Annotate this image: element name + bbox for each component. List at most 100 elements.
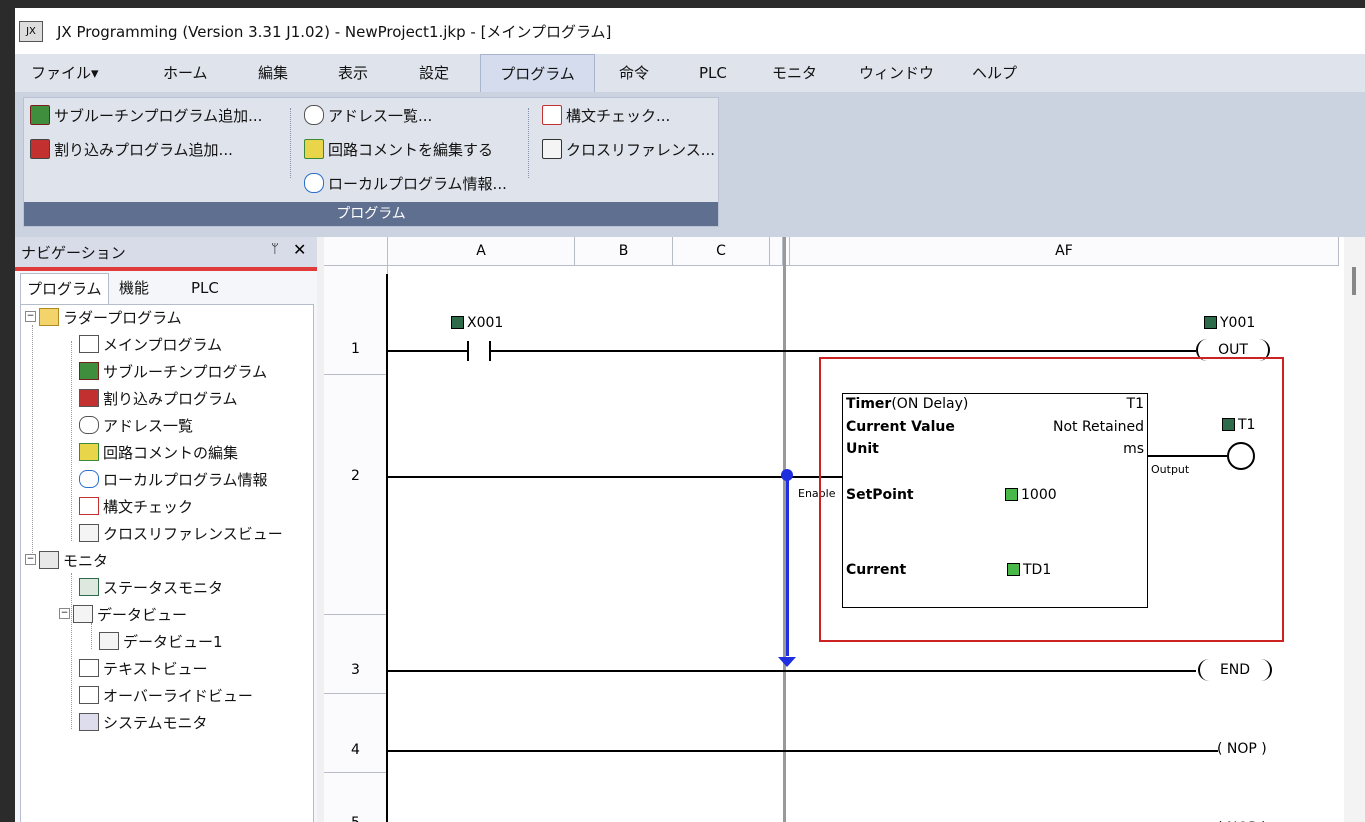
t1-coil-label: T1: [1222, 417, 1255, 433]
interrupt-icon: [30, 138, 50, 159]
add-subroutine-button[interactable]: サブルーチンプログラム追加...: [30, 104, 262, 128]
collapse-icon[interactable]: −: [59, 608, 70, 619]
menu-help[interactable]: ヘルプ: [972, 54, 1017, 92]
contact-x001-label: X001: [451, 315, 503, 331]
current-value[interactable]: TD1: [1007, 562, 1051, 578]
tree-item-override-view[interactable]: オーバーライドビュー: [79, 683, 253, 710]
ribbon-separator: [290, 108, 291, 178]
row-header-4[interactable]: 4: [324, 694, 388, 773]
menu-window[interactable]: ウィンドウ: [859, 54, 934, 92]
setpoint-value[interactable]: 1000: [1005, 487, 1057, 503]
add-interrupt-button[interactable]: 割り込みプログラム追加...: [30, 138, 233, 162]
main-program-icon: [79, 334, 99, 353]
coil-y001-label: Y001: [1204, 315, 1255, 331]
navigation-title: ナビゲーション: [21, 244, 126, 262]
rung-3-wire: [388, 670, 1196, 672]
row-header-3[interactable]: 3: [324, 615, 388, 694]
edit-comment-icon: [79, 442, 99, 461]
column-header-b[interactable]: B: [575, 237, 673, 266]
menu-edit[interactable]: 編集: [258, 54, 288, 92]
tree-item-data-view[interactable]: − データビュー: [59, 602, 187, 629]
tree-item-monitor[interactable]: − モニタ: [25, 548, 108, 575]
tree-item-system-monitor[interactable]: システムモニタ: [79, 710, 208, 737]
folder-icon: [39, 307, 59, 326]
tree-item-text-view[interactable]: テキストビュー: [79, 656, 208, 683]
left-power-rail: [386, 274, 388, 822]
syntax-check-button[interactable]: 構文チェック...: [542, 104, 670, 128]
tree-item-ladder-program[interactable]: − ラダープログラム: [25, 305, 182, 332]
interrupt-icon: [79, 388, 99, 407]
tree-item-address-list[interactable]: アドレス一覧: [79, 413, 193, 440]
navigation-header: ナビゲーション ᛘ ✕: [15, 237, 317, 271]
output-label: Output: [1151, 463, 1190, 476]
current-label: Current: [846, 562, 907, 578]
tree-item-interrupt[interactable]: 割り込みプログラム: [79, 386, 238, 413]
column-header-a[interactable]: A: [388, 237, 575, 266]
tree-guide: [71, 341, 72, 541]
tree-item-cross-reference[interactable]: クロスリファレンスビュー: [79, 521, 283, 548]
menu-program[interactable]: プログラム: [480, 54, 595, 92]
rung-1-wire: [388, 350, 468, 352]
timer-output-wire: [1147, 455, 1227, 457]
collapse-icon[interactable]: −: [25, 554, 36, 565]
timer-block[interactable]: Timer(ON Delay) T1 Current Value Not Ret…: [842, 393, 1148, 608]
window-title: JX Programming (Version 3.31 J1.02) - Ne…: [57, 23, 612, 41]
tree-item-main-program[interactable]: メインプログラム: [79, 332, 222, 359]
tree-item-edit-comment[interactable]: 回路コメントの編集: [79, 440, 238, 467]
menu-plc[interactable]: PLC: [699, 54, 727, 92]
nop-instruction[interactable]: ( NOP ): [1217, 741, 1267, 757]
close-icon[interactable]: ✕: [293, 240, 306, 259]
data-view-icon: [73, 604, 93, 623]
address-list-icon: [79, 415, 99, 434]
rung-4-wire: [388, 750, 1218, 752]
menu-view[interactable]: 表示: [338, 54, 368, 92]
tree-item-syntax-check[interactable]: 構文チェック: [79, 494, 193, 521]
timer-id: T1: [1126, 396, 1144, 412]
column-header-gap: [770, 237, 783, 266]
data-register-icon: [1007, 562, 1020, 576]
tree-guide: [71, 573, 72, 729]
cross-reference-button[interactable]: クロスリファレンス...: [542, 138, 715, 162]
edit-comment-button[interactable]: 回路コメントを編集する: [304, 138, 493, 162]
pin-icon[interactable]: ᛘ: [271, 242, 279, 257]
address-list-icon: [304, 104, 324, 125]
row-header-5[interactable]: 5: [324, 773, 388, 822]
contact-x001-left[interactable]: [467, 341, 469, 361]
end-coil[interactable]: END: [1198, 659, 1272, 681]
local-program-info-button[interactable]: ローカルプログラム情報...: [304, 172, 507, 196]
unit-label: Unit: [846, 441, 879, 457]
row-header-1[interactable]: 1: [324, 266, 388, 375]
tab-function[interactable]: 機能: [113, 273, 155, 303]
info-icon: [79, 469, 99, 488]
title-bar: JX JX Programming (Version 3.31 J1.02) -…: [15, 8, 1365, 54]
ribbon-group-label: プログラム: [24, 202, 718, 226]
device-icon: [451, 315, 464, 329]
tree-item-subroutine[interactable]: サブルーチンプログラム: [79, 359, 267, 386]
vertical-scrollbar[interactable]: [1344, 237, 1365, 822]
tab-plc[interactable]: PLC: [185, 273, 225, 303]
scrollbar-thumb[interactable]: [1352, 267, 1356, 295]
menu-home[interactable]: ホーム: [163, 54, 208, 92]
column-header-af[interactable]: AF: [790, 237, 1339, 266]
device-icon: [1222, 417, 1235, 431]
address-list-button[interactable]: アドレス一覧...: [304, 104, 432, 128]
tree-item-status-monitor[interactable]: ステータスモニタ: [79, 575, 223, 602]
t1-coil[interactable]: [1227, 442, 1255, 470]
subroutine-icon: [30, 104, 50, 125]
collapse-icon[interactable]: −: [25, 311, 36, 322]
menu-file[interactable]: ファイル▾: [31, 54, 99, 92]
menu-settings[interactable]: 設定: [419, 54, 449, 92]
tab-program[interactable]: プログラム: [20, 273, 109, 304]
edit-comment-icon: [304, 138, 324, 159]
menu-monitor[interactable]: モニタ: [772, 54, 817, 92]
menu-instruction[interactable]: 命令: [619, 54, 649, 92]
row-header-2[interactable]: 2: [324, 375, 388, 615]
app-icon: JX: [19, 21, 43, 42]
ribbon-separator: [528, 108, 529, 178]
tree-item-local-info[interactable]: ローカルプログラム情報: [79, 467, 268, 494]
column-header-c[interactable]: C: [673, 237, 770, 266]
ladder-editor[interactable]: A B C AF 1 2 3 4 5 X001 Y001 OUT Enable: [324, 237, 1365, 822]
program-tree: − ラダープログラム メインプログラム サブルーチンプログラム 割り込みプログラム…: [20, 304, 314, 822]
ribbon: サブルーチンプログラム追加... 割り込みプログラム追加... アドレス一覧..…: [15, 92, 1365, 237]
tree-item-data-view-1[interactable]: データビュー1: [99, 629, 223, 656]
